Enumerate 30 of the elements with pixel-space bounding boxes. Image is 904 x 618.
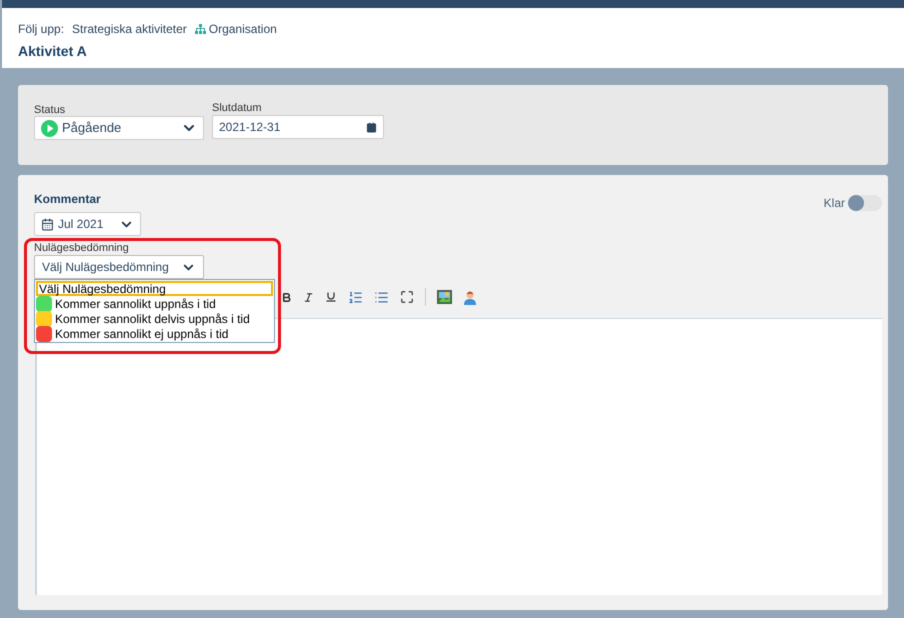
field-label: Slutdatum xyxy=(212,101,263,115)
numbered-list-icon[interactable] xyxy=(348,290,363,304)
hierarchy-icon xyxy=(194,24,206,34)
calendar-icon[interactable] xyxy=(366,122,377,132)
page-title: Aktivitet A xyxy=(18,42,88,61)
toggle-label: Klar xyxy=(824,195,845,212)
underline-icon[interactable] xyxy=(325,291,337,303)
play-icon xyxy=(41,120,58,136)
dropdown-option[interactable]: Välj Nulägesbedömning xyxy=(36,281,273,296)
calendar-icon xyxy=(41,218,54,230)
dropdown-option[interactable]: Kommer sannolikt delvis uppnås i tid xyxy=(36,311,273,326)
person-icon[interactable] xyxy=(463,290,477,304)
breadcrumb-link[interactable]: Strategiska aktiviteter xyxy=(72,20,187,38)
status-select[interactable]: Pågående xyxy=(34,116,204,140)
toggle-switch[interactable] xyxy=(848,195,882,211)
bold-icon[interactable] xyxy=(281,292,292,302)
field-label: Nulägesbedömning xyxy=(34,241,129,256)
italic-icon[interactable] xyxy=(303,292,314,302)
image-icon[interactable] xyxy=(437,290,452,304)
breadcrumb-label: Följ upp: xyxy=(18,21,64,38)
bullet-list-icon[interactable] xyxy=(374,290,389,304)
dropdown-option[interactable]: Kommer sannolikt uppnås i tid xyxy=(36,296,273,311)
dropdown-option[interactable]: Kommer sannolikt ej uppnås i tid xyxy=(36,326,273,341)
breadcrumb-link[interactable]: Organisation xyxy=(194,20,277,38)
field-label: Status xyxy=(34,103,66,116)
fullscreen-icon[interactable] xyxy=(400,290,414,304)
date-field[interactable]: 2021-12-31 xyxy=(212,115,384,139)
section-heading: Kommentar xyxy=(34,191,101,208)
assessment-select[interactable]: Välj Nulägesbedömning xyxy=(34,255,204,279)
period-select[interactable]: Jul 2021 xyxy=(34,212,141,236)
